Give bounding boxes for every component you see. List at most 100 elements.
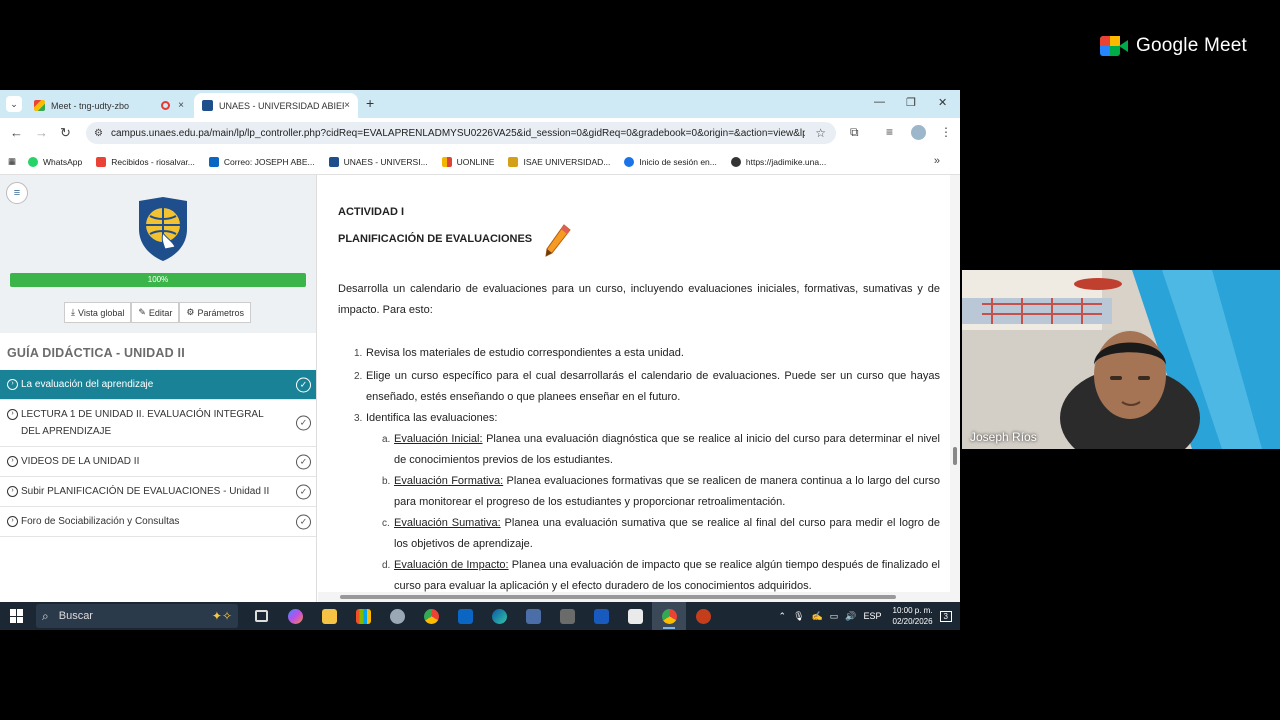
calculator-icon[interactable] — [516, 602, 550, 630]
tab-unaes[interactable]: UNAES - UNIVERSIDAD ABIERTA × — [194, 93, 358, 118]
substep-item: c. Evaluación Sumativa: Planea una evalua… — [382, 517, 940, 550]
minimize-icon[interactable]: — — [874, 96, 885, 108]
browser-menu-icon[interactable]: ⋮ — [940, 125, 952, 139]
windows-start-icon[interactable] — [10, 609, 24, 623]
sidebar-item-lectura[interactable]: › LECTURA 1 DE UNIDAD II. EVALUACIÓN INT… — [0, 400, 316, 447]
windows-taskbar: ⌕ Buscar ✦✧ ⌃ 🎙 ✍ ▭ 🔊 ESP 10:00 p. m. 02… — [0, 602, 960, 630]
tab-meet[interactable]: Meet - tng-udty-zbo × — [26, 93, 192, 118]
vertical-scroll-thumb[interactable] — [953, 447, 957, 465]
horizontal-scrollbar[interactable] — [318, 592, 950, 602]
url-text[interactable]: campus.unaes.edu.pa/main/lp/lp_controlle… — [111, 128, 805, 139]
google-meet-title: Google Meet — [1136, 35, 1247, 56]
new-tab-button[interactable]: + — [366, 96, 374, 110]
capture-icon[interactable] — [618, 602, 652, 630]
check-circle-icon: ✓ — [296, 377, 311, 392]
isae-icon — [508, 156, 519, 167]
task-view-icon[interactable] — [244, 602, 278, 630]
tab-meet-close-icon[interactable]: × — [178, 100, 184, 111]
tab-search-chevron-icon[interactable]: ⌄ — [6, 96, 22, 112]
bookmark-login[interactable]: Inicio de sesión en... — [624, 156, 717, 167]
copilot-icon[interactable] — [278, 602, 312, 630]
pen-icon[interactable]: ✍ — [812, 611, 823, 622]
browser-tab-bar: ⌄ Meet - tng-udty-zbo × UNAES - UNIVERSI… — [0, 90, 960, 118]
unaes-shield-icon — [328, 156, 339, 167]
teams-icon[interactable] — [380, 602, 414, 630]
activity-label: ACTIVIDAD I — [338, 206, 404, 218]
battery-icon[interactable]: ▭ — [830, 611, 839, 622]
sidebar-item-videos[interactable]: › VIDEOS DE LA UNIDAD II ✓ — [0, 447, 316, 477]
gmail-icon — [96, 156, 107, 167]
editar-button[interactable]: ✎ Editar — [131, 302, 180, 323]
bookmarks-more-icon[interactable]: » — [934, 155, 940, 167]
sparkle-icon: ✦✧ — [211, 609, 232, 623]
window-close-icon[interactable]: ✕ — [938, 96, 947, 109]
volume-icon[interactable]: 🔊 — [845, 611, 856, 622]
back-arrow-icon[interactable]: ← — [10, 125, 23, 140]
edge-icon[interactable] — [482, 602, 516, 630]
vertical-scrollbar[interactable] — [950, 175, 960, 602]
restore-icon[interactable]: ❐ — [906, 96, 916, 109]
globe-icon — [730, 156, 741, 167]
unaes-favicon-icon — [202, 100, 213, 111]
site-info-icon[interactable]: ⚙ — [94, 128, 103, 139]
chrome-icon[interactable] — [414, 602, 448, 630]
apps-grid-icon[interactable]: ▦ — [8, 156, 16, 167]
step-item: 2. Elige un curso específico para el cual… — [354, 370, 940, 403]
pencil-icon: ✎ — [138, 307, 146, 317]
google-meet-brand: Google Meet — [1100, 34, 1247, 58]
horizontal-scroll-thumb[interactable] — [340, 595, 896, 599]
bookmark-uonline[interactable]: UONLINE — [441, 156, 494, 167]
bookmark-jadimike[interactable]: https://jadimike.una... — [730, 156, 826, 167]
tab-unaes-close-icon[interactable]: × — [344, 100, 350, 111]
notification-icon[interactable]: 3 — [939, 610, 952, 622]
steps-list: 1. Revisa los materiales de estudio corre… — [338, 343, 940, 597]
powerpoint-icon[interactable] — [686, 602, 720, 630]
taskbar-search[interactable]: ⌕ Buscar ✦✧ — [36, 604, 238, 628]
word-icon[interactable] — [584, 602, 618, 630]
activity-intro: Desarrolla un calendario de evaluaciones… — [338, 283, 940, 316]
extensions-icon[interactable]: ⧉ — [850, 125, 859, 140]
clock[interactable]: 10:00 p. m. 02/20/2026 — [893, 605, 933, 627]
check-circle-icon: ✓ — [296, 415, 311, 431]
chrome-active-icon[interactable] — [652, 602, 686, 630]
media-controls-icon[interactable]: ≡ — [886, 125, 893, 139]
participant-video-tile[interactable]: Joseph Ríos — [962, 270, 1280, 449]
address-bar-row: ← → ↻ ⚙ campus.unaes.edu.pa/main/lp/lp_c… — [0, 118, 960, 149]
lesson-content: ACTIVIDAD I PLANIFICACIÓN DE EVALUACIONE… — [318, 175, 960, 602]
substep-term: Evaluación Inicial: — [394, 433, 483, 445]
parametros-button[interactable]: ⚙ Parámetros — [179, 302, 252, 323]
vista-global-button[interactable]: ⤓ Vista global — [64, 302, 132, 323]
step-item: 1. Revisa los materiales de estudio corre… — [354, 347, 684, 359]
pencil-icon — [545, 224, 571, 257]
bookmark-outlook[interactable]: Correo: JOSEPH ABE... — [208, 156, 315, 167]
hamburger-menu-icon[interactable]: ≡ — [6, 182, 28, 204]
sidebar-item-foro[interactable]: › Foro de Sociabilización y Consultas ✓ — [0, 507, 316, 537]
gear-icon: ⚙ — [186, 307, 195, 317]
unaes-logo-shield-icon — [139, 197, 187, 261]
profile-avatar[interactable] — [911, 125, 926, 140]
bookmark-whatsapp[interactable]: WhatsApp — [28, 156, 82, 167]
sidebar-section-title: GUÍA DIDÁCTICA - UNIDAD II — [7, 346, 185, 360]
bookmark-isae[interactable]: ISAE UNIVERSIDAD... — [508, 156, 610, 167]
app-icon[interactable] — [550, 602, 584, 630]
language-indicator[interactable]: ESP — [863, 611, 881, 621]
tray-chevron-up-icon[interactable]: ⌃ — [779, 611, 787, 622]
forward-arrow-icon[interactable]: → — [35, 125, 48, 140]
bookmark-star-icon[interactable]: ☆ — [815, 126, 826, 140]
sidebar-item-evaluacion[interactable]: › La evaluación del aprendizaje ✓ — [0, 370, 316, 400]
sidebar-item-subir[interactable]: › Subir PLANIFICACIÓN DE EVALUACIONES - … — [0, 477, 316, 507]
store-icon[interactable] — [346, 602, 380, 630]
item-bullet-icon: › — [7, 379, 18, 390]
uonline-icon — [441, 156, 452, 167]
url-bar[interactable]: ⚙ campus.unaes.edu.pa/main/lp/lp_control… — [86, 122, 836, 144]
sidebar-buttons: ⤓ Vista global ✎ Editar ⚙ Parámetros — [64, 302, 252, 323]
clock-time: 10:00 p. m. — [892, 606, 933, 615]
bookmark-unaes[interactable]: UNAES - UNIVERSI... — [328, 156, 428, 167]
microphone-icon[interactable]: 🎙 — [793, 611, 804, 622]
recording-icon — [161, 101, 171, 110]
outlook-icon[interactable] — [448, 602, 482, 630]
outlook-icon — [208, 156, 219, 167]
bookmark-gmail[interactable]: Recibidos - riosalvar... — [96, 156, 195, 167]
file-explorer-icon[interactable] — [312, 602, 346, 630]
reload-icon[interactable]: ↻ — [60, 125, 71, 141]
